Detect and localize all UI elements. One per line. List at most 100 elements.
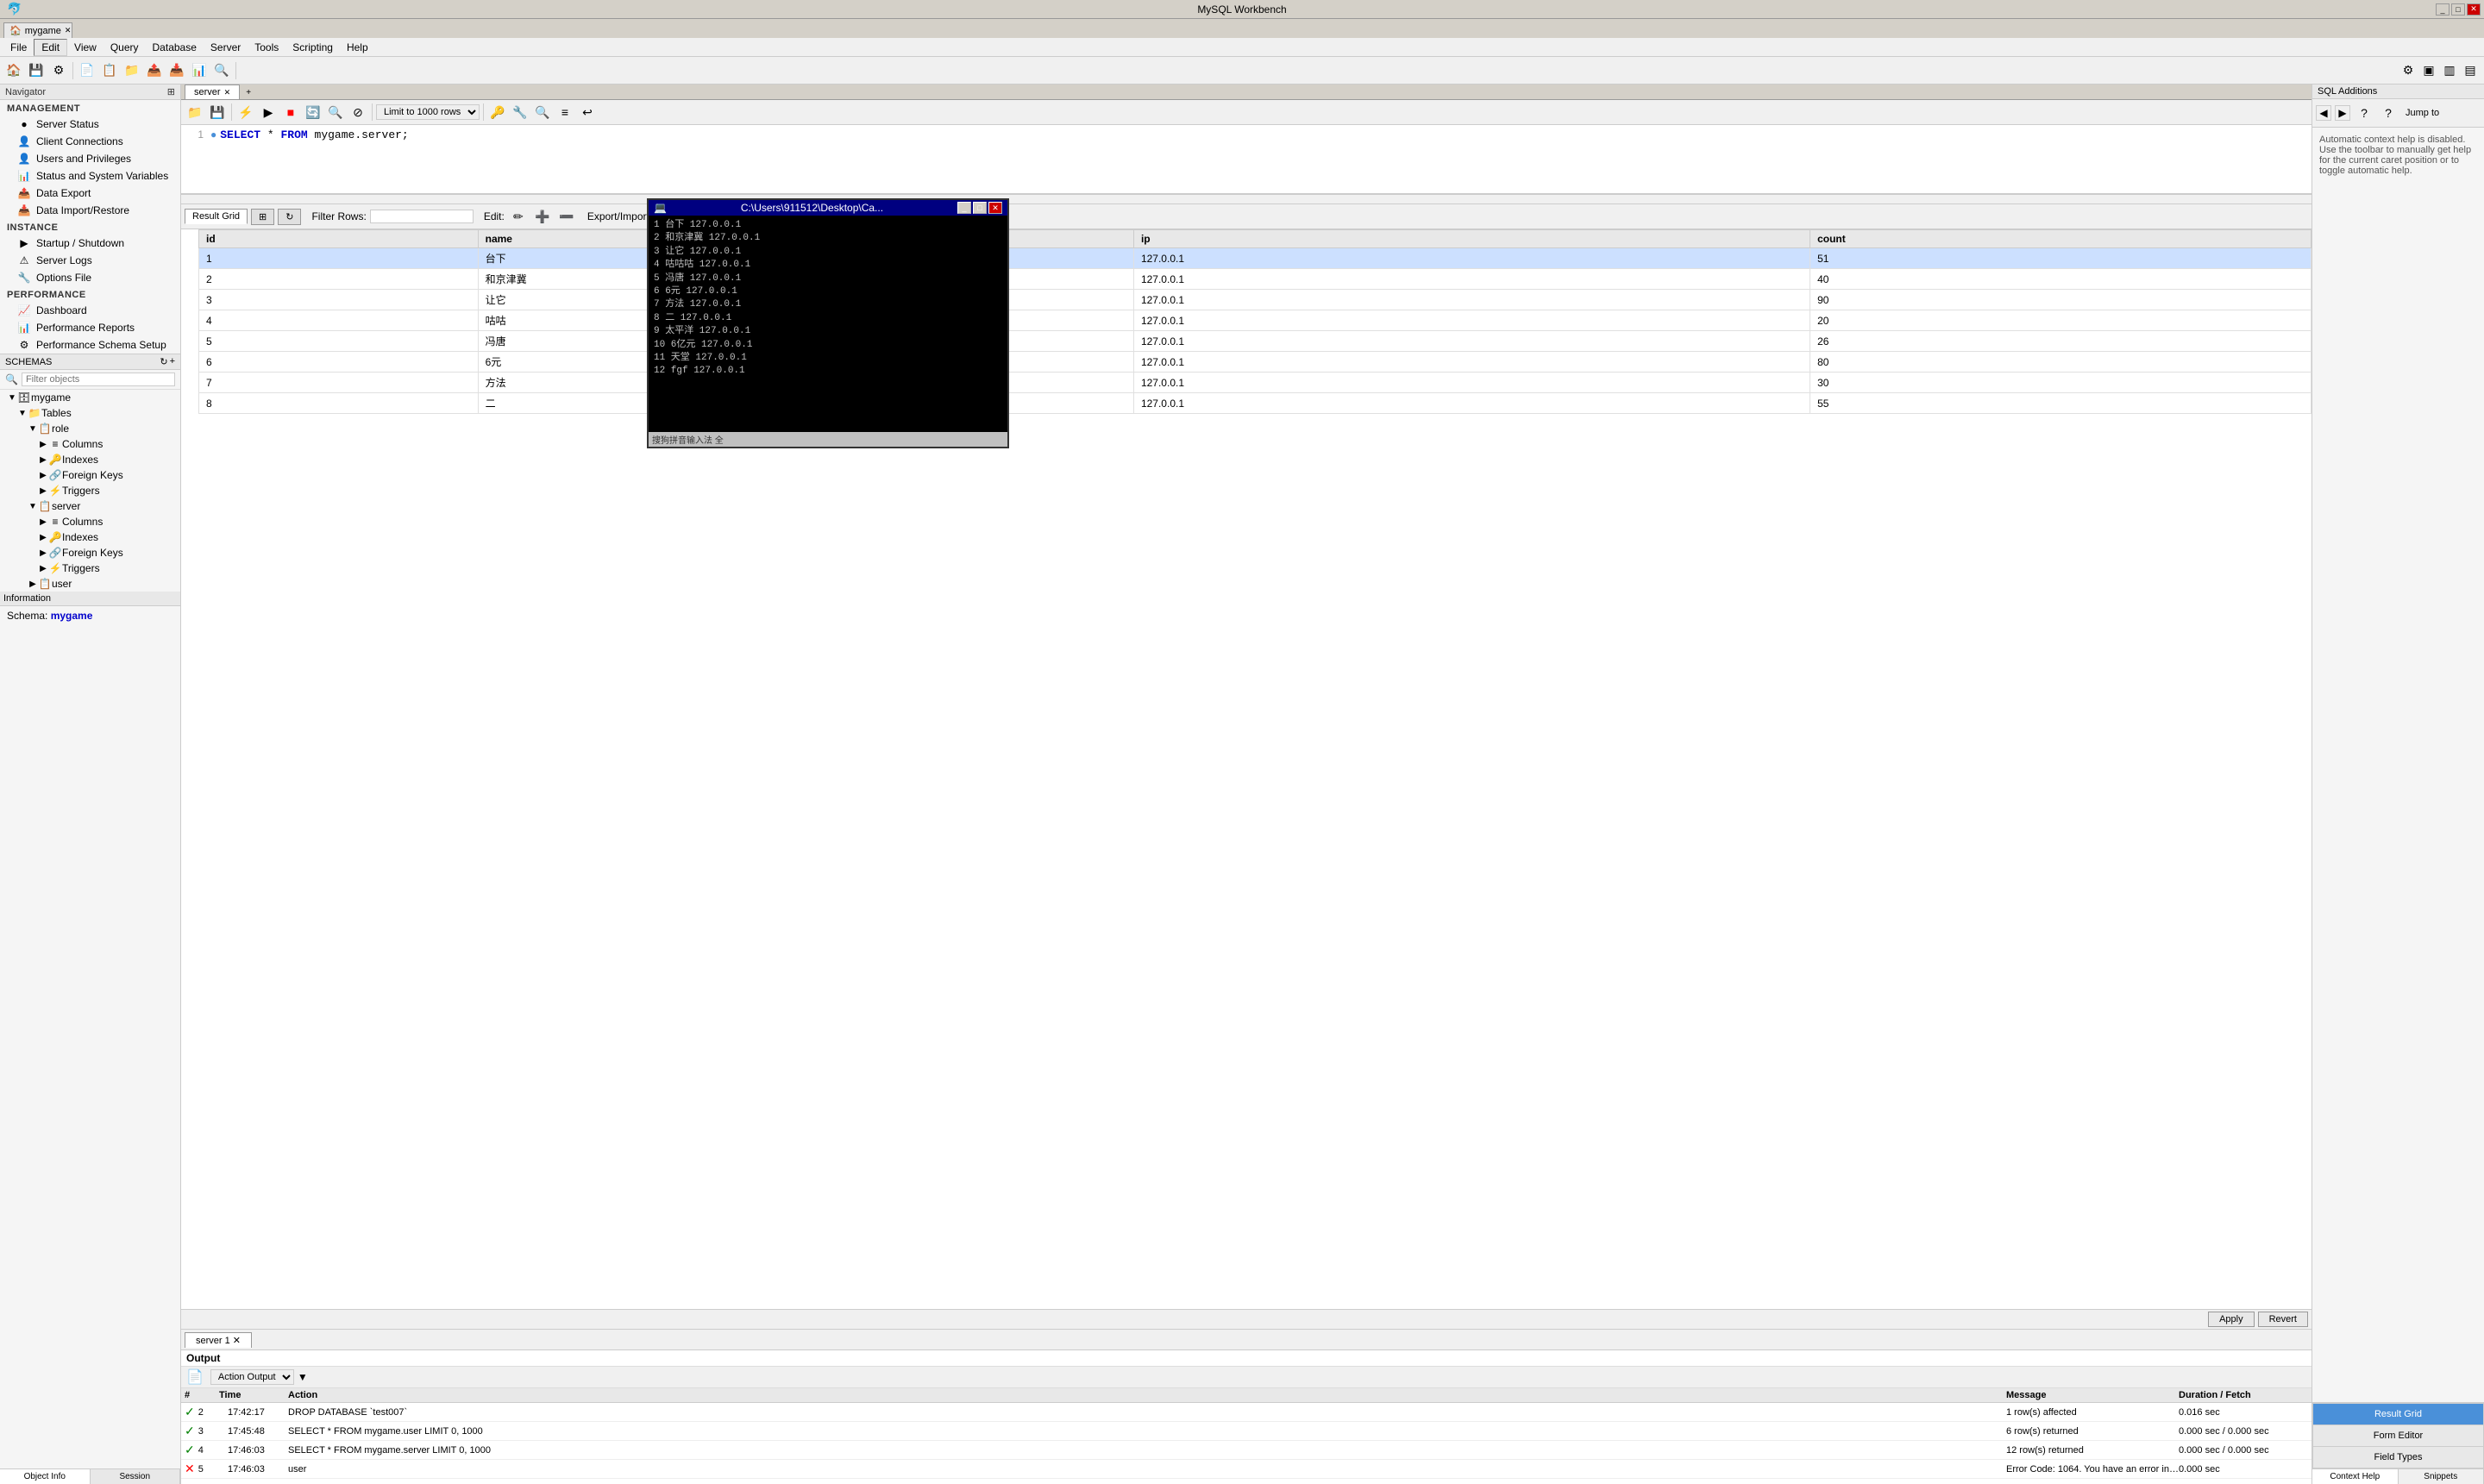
menu-help[interactable]: Help bbox=[340, 40, 375, 55]
home-tab[interactable]: 🏠mygame✕ bbox=[3, 22, 72, 38]
btn6[interactable]: 📥 bbox=[166, 60, 187, 81]
layout-btn-3[interactable]: ▤ bbox=[2460, 60, 2481, 81]
sidebar-item-dashboard[interactable]: 📈 Dashboard bbox=[0, 302, 180, 319]
sidebar-item-server-status[interactable]: ● Server Status bbox=[0, 116, 180, 133]
tab-close-btn[interactable]: ✕ bbox=[65, 26, 72, 35]
toggle-tables[interactable]: ▼ bbox=[17, 409, 28, 418]
explain-btn[interactable]: 🔍 bbox=[325, 102, 346, 122]
tree-item-server-triggers[interactable]: ▶ ⚡ Triggers bbox=[0, 560, 180, 576]
find-btn[interactable]: 🔍 bbox=[532, 102, 553, 122]
btn5[interactable]: 📤 bbox=[144, 60, 165, 81]
column-btn[interactable]: ≡ bbox=[555, 102, 575, 122]
table-row[interactable]: 3让它127.0.0.190 bbox=[199, 290, 2312, 310]
menu-file[interactable]: File bbox=[3, 40, 34, 55]
cmd-close-btn[interactable]: ✕ bbox=[988, 202, 1002, 214]
limit-select[interactable]: Limit to 1000 rows bbox=[376, 104, 480, 120]
refresh-btn[interactable]: 🔄 bbox=[303, 102, 323, 122]
editor-tab-close[interactable]: ✕ bbox=[224, 88, 231, 97]
btn8[interactable]: 🔍 bbox=[211, 60, 232, 81]
sidebar-item-data-import[interactable]: 📥 Data Import/Restore bbox=[0, 202, 180, 219]
save-file-btn[interactable]: 💾 bbox=[207, 102, 228, 122]
layout-btn-2[interactable]: ▥ bbox=[2439, 60, 2460, 81]
sidebar-item-client-connections[interactable]: 👤 Client Connections bbox=[0, 133, 180, 150]
tree-item-role-columns[interactable]: ▶ ≡ Columns bbox=[0, 436, 180, 452]
tree-item-mygame[interactable]: ▼ 🗄 mygame bbox=[0, 390, 180, 405]
sidebar-item-startup-shutdown[interactable]: ▶ Startup / Shutdown bbox=[0, 235, 180, 252]
table-row[interactable]: 4咕咕127.0.0.120 bbox=[199, 310, 2312, 331]
result-grid-side-btn[interactable]: Result Grid bbox=[2312, 1403, 2484, 1425]
sidebar-item-perf-reports[interactable]: 📊 Performance Reports bbox=[0, 319, 180, 336]
tree-item-tables[interactable]: ▼ 📁 Tables bbox=[0, 405, 180, 421]
tree-item-role-triggers[interactable]: ▶ ⚡ Triggers bbox=[0, 483, 180, 498]
schemas-refresh-btn[interactable]: ↻ bbox=[160, 356, 167, 367]
edit-icon-1[interactable]: ✏ bbox=[508, 206, 529, 227]
table-row[interactable]: 5冯唐127.0.0.126 bbox=[199, 331, 2312, 352]
field-types-side-btn[interactable]: Field Types bbox=[2312, 1446, 2484, 1468]
apply-button[interactable]: Apply bbox=[2208, 1312, 2255, 1327]
close-btn[interactable]: ✕ bbox=[2467, 3, 2481, 16]
stop2-btn[interactable]: ⊘ bbox=[348, 102, 368, 122]
output-row[interactable]: ✓417:46:03SELECT * FROM mygame.server LI… bbox=[181, 1441, 2312, 1460]
menu-scripting[interactable]: Scripting bbox=[285, 40, 340, 55]
table-row[interactable]: 1台下127.0.0.151 bbox=[199, 248, 2312, 269]
field-types-tab[interactable]: ↻ bbox=[278, 209, 301, 225]
format-btn[interactable]: 🔑 bbox=[487, 102, 508, 122]
toggle-server-fk[interactable]: ▶ bbox=[38, 548, 48, 558]
cmd-minimize-btn[interactable]: _ bbox=[957, 202, 971, 214]
tree-item-server-fk[interactable]: ▶ 🔗 Foreign Keys bbox=[0, 545, 180, 560]
beautify-btn[interactable]: 🔧 bbox=[510, 102, 530, 122]
toggle-mygame[interactable]: ▼ bbox=[7, 393, 17, 403]
cmd-maximize-btn[interactable]: □ bbox=[973, 202, 987, 214]
new-tab-btn[interactable]: + bbox=[243, 85, 254, 99]
table-row[interactable]: 66元127.0.0.180 bbox=[199, 352, 2312, 373]
minimize-btn[interactable]: _ bbox=[2436, 3, 2450, 16]
tree-item-server-indexes[interactable]: ▶ 🔑 Indexes bbox=[0, 529, 180, 545]
output-row[interactable]: ✓617:46:10SELECT * FROM mygame.server LI… bbox=[181, 1479, 2312, 1484]
sidebar-item-status-vars[interactable]: 📊 Status and System Variables bbox=[0, 167, 180, 185]
new-connection-btn[interactable]: 🏠 bbox=[3, 60, 24, 81]
edit-icon-3[interactable]: ➖ bbox=[556, 206, 577, 227]
table-row[interactable]: 7方法127.0.0.130 bbox=[199, 373, 2312, 393]
tree-item-server-columns[interactable]: ▶ ≡ Columns bbox=[0, 514, 180, 529]
editor-tab-server[interactable]: server ✕ bbox=[185, 85, 240, 99]
sql-content[interactable]: SELECT * FROM mygame.server; bbox=[220, 128, 408, 141]
tab-object-info[interactable]: Object Info bbox=[0, 1469, 91, 1484]
tree-item-role-indexes[interactable]: ▶ 🔑 Indexes bbox=[0, 452, 180, 467]
tree-item-server[interactable]: ▼ 📋 server bbox=[0, 498, 180, 514]
toggle-role[interactable]: ▼ bbox=[28, 424, 38, 434]
edit-icon-2[interactable]: ➕ bbox=[532, 206, 553, 227]
toggle-server[interactable]: ▼ bbox=[28, 502, 38, 511]
output-tab-server1[interactable]: server 1 ✕ bbox=[185, 1332, 252, 1348]
next-btn[interactable]: ▶ bbox=[2335, 105, 2350, 121]
output-row[interactable]: ✓217:42:17DROP DATABASE `test007`1 row(s… bbox=[181, 1403, 2312, 1422]
menu-edit[interactable]: Edit bbox=[34, 39, 67, 56]
menu-database[interactable]: Database bbox=[146, 40, 204, 55]
tree-item-user[interactable]: ▶ 📋 user bbox=[0, 576, 180, 592]
btn4[interactable]: 📁 bbox=[122, 60, 142, 81]
form-view-tab[interactable]: ⊞ bbox=[251, 209, 274, 225]
toggle-role-fk[interactable]: ▶ bbox=[38, 471, 48, 480]
stop-btn[interactable]: ■ bbox=[280, 102, 301, 122]
menu-query[interactable]: Query bbox=[104, 40, 146, 55]
sidebar-item-perf-schema[interactable]: ⚙ Performance Schema Setup bbox=[0, 336, 180, 354]
toggle-user[interactable]: ▶ bbox=[28, 579, 38, 589]
toggle-server-indexes[interactable]: ▶ bbox=[38, 533, 48, 542]
menu-view[interactable]: View bbox=[67, 40, 104, 55]
schemas-add-btn[interactable]: + bbox=[170, 356, 175, 367]
btn7[interactable]: 📊 bbox=[189, 60, 210, 81]
sidebar-item-options-file[interactable]: 🔧 Options File bbox=[0, 269, 180, 286]
filter-input[interactable] bbox=[22, 373, 175, 386]
revert-button[interactable]: Revert bbox=[2258, 1312, 2308, 1327]
navigator-expand-btn[interactable]: ⊞ bbox=[167, 86, 175, 97]
table-row[interactable]: 8二127.0.0.155 bbox=[199, 393, 2312, 414]
menu-tools[interactable]: Tools bbox=[248, 40, 285, 55]
sidebar-item-server-logs[interactable]: ⚠ Server Logs bbox=[0, 252, 180, 269]
sidebar-item-data-export[interactable]: 📤 Data Export bbox=[0, 185, 180, 202]
layout-btn-1[interactable]: ▣ bbox=[2418, 60, 2439, 81]
result-grid-tab[interactable]: Result Grid bbox=[185, 209, 248, 224]
help-icon-2[interactable]: ? bbox=[2378, 103, 2399, 123]
toggle-role-columns[interactable]: ▶ bbox=[38, 440, 48, 449]
filter-rows-input[interactable] bbox=[370, 210, 474, 223]
output-row[interactable]: ✕517:46:03userError Code: 1064. You have… bbox=[181, 1460, 2312, 1479]
save-btn[interactable]: 💾 bbox=[26, 60, 47, 81]
